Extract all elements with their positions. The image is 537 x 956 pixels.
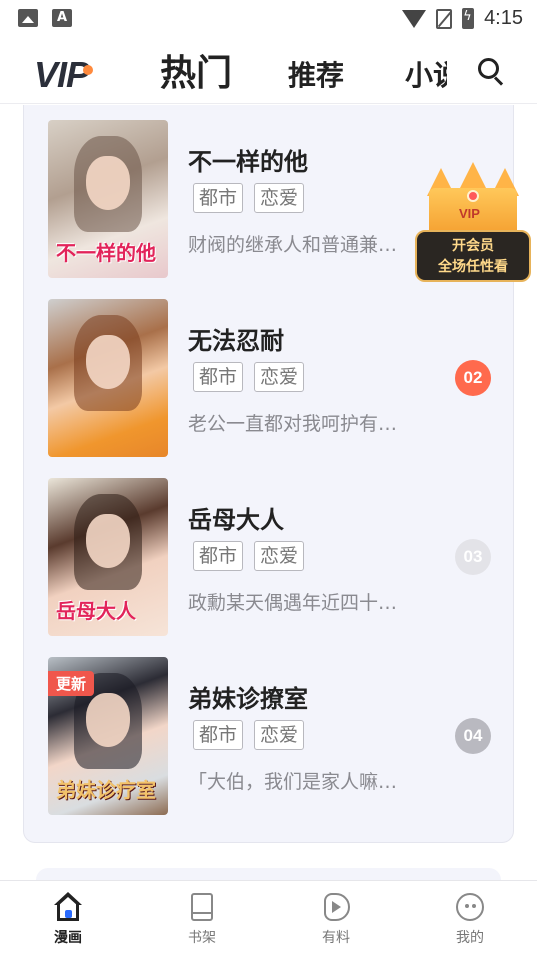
next-column-cover[interactable]: 更新 xyxy=(513,299,514,457)
comic-title[interactable]: 岳母大人 xyxy=(188,500,284,535)
new-badge: 更新 xyxy=(513,671,514,696)
list-item[interactable]: 岳母大人 岳母大人 都市 恋爱 政勳某天偶遇年近四十的女人… 03 更新 xyxy=(48,478,514,638)
no-sim-icon xyxy=(436,8,453,29)
tab-novel[interactable]: 小说 xyxy=(405,54,447,94)
nav-comics[interactable]: 漫画 xyxy=(28,891,108,947)
a-icon: A xyxy=(52,9,72,27)
nav-bookshelf[interactable]: 书架 xyxy=(162,891,242,947)
tag[interactable]: 恋爱 xyxy=(254,362,305,392)
vip-logo[interactable]: VIP xyxy=(34,54,94,96)
status-time: 4:15 xyxy=(484,7,523,29)
comic-title[interactable]: 弟妹诊撩室 xyxy=(188,679,308,714)
rank-badge: 04 xyxy=(455,718,491,754)
play-icon xyxy=(320,891,352,923)
list-item[interactable]: 更新 弟妹诊疗室 弟妹诊撩室 都市 恋爱 「大伯，我们是家人嘛」… 04 更新 xyxy=(48,657,514,817)
new-badge: 更新 xyxy=(513,492,514,517)
cover-title-art: 不一样的他 xyxy=(56,241,156,265)
top-header: VIP 热门 推荐 小说 xyxy=(0,36,537,104)
comic-description: 老公一直都对我呵护有加… xyxy=(188,413,403,435)
next-column-cover[interactable]: 更新 xyxy=(513,478,514,636)
cover-title-art: 弟妹诊疗室 xyxy=(56,778,156,802)
vip-promo-banner[interactable]: VIP 开会员 全场任性看 xyxy=(415,162,531,282)
image-icon xyxy=(18,9,38,27)
tag[interactable]: 都市 xyxy=(193,720,244,750)
comic-description: 政勳某天偶遇年近四十的女人… xyxy=(188,592,403,614)
comic-cover[interactable] xyxy=(48,299,168,457)
tab-hot[interactable]: 热门 xyxy=(160,44,232,96)
status-bar: A 4:15 xyxy=(0,0,537,36)
tag[interactable]: 都市 xyxy=(193,183,244,213)
bottom-nav: 漫画 书架 有料 我的 xyxy=(0,880,537,956)
nav-profile[interactable]: 我的 xyxy=(430,891,510,947)
comic-cover[interactable]: 不一样的他 xyxy=(48,120,168,278)
comic-description: 财阀的继承人和普通兼职打工的女大学生 xyxy=(188,234,403,256)
tab-recommend[interactable]: 推荐 xyxy=(288,54,344,94)
next-section-card xyxy=(36,868,501,880)
tag[interactable]: 恋爱 xyxy=(254,720,305,750)
comic-description: 「大伯，我们是家人嘛」… xyxy=(188,771,403,793)
new-badge: 更新 xyxy=(513,313,514,338)
nav-feed[interactable]: 有料 xyxy=(296,891,376,947)
next-column-cover[interactable]: 更新 xyxy=(513,657,514,815)
rank-badge: 03 xyxy=(455,539,491,575)
tag[interactable]: 恋爱 xyxy=(254,541,305,571)
list-item[interactable]: 无法忍耐 都市 恋爱 老公一直都对我呵护有加… 02 更新 xyxy=(48,299,514,459)
wifi-icon xyxy=(402,9,427,28)
profile-icon xyxy=(454,891,486,923)
comic-title[interactable]: 无法忍耐 xyxy=(188,321,284,356)
tag[interactable]: 都市 xyxy=(193,541,244,571)
logo-dot xyxy=(83,65,94,75)
vip-promo-text[interactable]: 开会员 全场任性看 xyxy=(415,230,531,282)
cover-title-art: 岳母大人 xyxy=(56,599,136,623)
comic-cover[interactable]: 更新 弟妹诊疗室 xyxy=(48,657,168,815)
comic-title[interactable]: 不一样的他 xyxy=(188,142,308,177)
new-badge: 更新 xyxy=(48,671,95,696)
tag[interactable]: 恋爱 xyxy=(254,183,305,213)
battery-charging-icon xyxy=(462,8,475,29)
search-icon[interactable] xyxy=(478,58,504,86)
comic-cover[interactable]: 岳母大人 xyxy=(48,478,168,636)
nav-label: 我的 xyxy=(456,930,484,946)
rank-badge: 02 xyxy=(455,360,491,396)
nav-label: 有料 xyxy=(322,930,350,946)
nav-label: 漫画 xyxy=(54,930,82,946)
home-icon xyxy=(52,891,84,923)
bookshelf-icon xyxy=(186,891,218,923)
tag[interactable]: 都市 xyxy=(193,362,244,392)
nav-label: 书架 xyxy=(188,930,216,946)
